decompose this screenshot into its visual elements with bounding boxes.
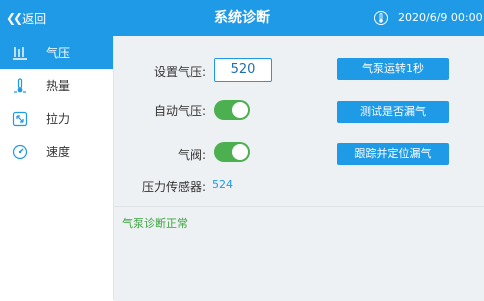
pressure-icon (12, 45, 28, 61)
top-bar: ❮❮ 返回 系统诊断 2020/6/9 00:00 (0, 0, 484, 36)
tension-icon (12, 111, 28, 127)
main-content: 设置气压: 520 自动气压: 气阀: 压力传感器: 524 气泵运转1秒 测试… (114, 36, 484, 301)
sidebar-item-heat[interactable]: 热量 (0, 69, 113, 102)
sensor-label: 压力传感器: (141, 180, 206, 194)
toggle-knob (232, 144, 248, 160)
thermometer-icon (374, 11, 388, 25)
back-label: 返回 (22, 11, 47, 26)
sidebar-item-label: 拉力 (46, 112, 71, 126)
auto-pressure-label: 自动气压: (153, 104, 206, 118)
status-message: 气泵诊断正常 (122, 217, 188, 230)
heat-icon (12, 77, 28, 94)
sidebar-item-pressure[interactable]: 气压 (0, 36, 113, 69)
speed-icon (12, 144, 28, 160)
set-pressure-label: 设置气压: (153, 65, 206, 79)
sidebar-item-speed[interactable]: 速度 (0, 135, 113, 168)
auto-pressure-toggle[interactable] (214, 100, 250, 120)
sidebar: 气压 热量 拉力 速度 (0, 36, 114, 300)
datetime-display: 2020/6/9 00:00 (398, 11, 483, 24)
leak-test-button[interactable]: 测试是否漏气 (337, 101, 449, 123)
diagnostic-panel: 设置气压: 520 自动气压: 气阀: 压力传感器: 524 气泵运转1秒 测试… (114, 36, 484, 206)
trace-leak-button[interactable]: 跟踪并定位漏气 (337, 143, 449, 165)
sidebar-item-label: 热量 (46, 79, 71, 93)
valve-toggle[interactable] (214, 142, 250, 162)
sidebar-item-label: 气压 (46, 46, 71, 60)
toggle-knob (232, 102, 248, 118)
status-area: 气泵诊断正常 (114, 206, 484, 301)
back-button[interactable]: ❮❮ 返回 (6, 0, 46, 36)
valve-label: 气阀: (177, 148, 206, 162)
sidebar-item-label: 速度 (46, 145, 71, 159)
pump-run-button[interactable]: 气泵运转1秒 (337, 58, 449, 80)
sidebar-item-tension[interactable]: 拉力 (0, 102, 113, 135)
sensor-value: 524 (212, 178, 233, 191)
set-pressure-input[interactable]: 520 (214, 58, 272, 82)
back-chevron-icon: ❮❮ (6, 11, 23, 25)
